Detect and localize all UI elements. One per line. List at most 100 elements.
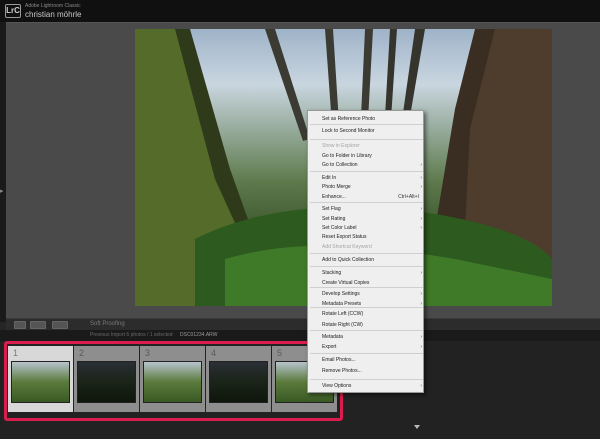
menu-item-label: Metadata Presets bbox=[322, 301, 362, 307]
menu-item[interactable]: Metadata › bbox=[308, 333, 425, 342]
compare-button[interactable] bbox=[30, 321, 46, 329]
menu-item-label: Rotate Right (CW) bbox=[322, 322, 363, 328]
chevron-right-icon[interactable]: ▸ bbox=[0, 187, 4, 195]
soft-proofing-toggle[interactable]: Soft Proofing bbox=[90, 321, 125, 327]
menu-item[interactable]: Export › bbox=[308, 343, 425, 352]
cell-number: 4 bbox=[211, 348, 217, 358]
menu-item[interactable]: Set as Reference Photo bbox=[308, 115, 425, 124]
menu-item-label: Go to Folder in Library bbox=[322, 153, 372, 159]
filmstrip-source[interactable]: Previous Import 6 photos / 1 selected bbox=[90, 332, 173, 338]
loupe-toolbar: Soft Proofing bbox=[6, 318, 600, 330]
menu-item-label: Email Photos... bbox=[322, 357, 356, 363]
submenu-arrow-icon: › bbox=[420, 206, 422, 212]
filmstrip: 1 2 3 4 5 bbox=[0, 341, 600, 439]
menu-item-label: Set Color Label bbox=[322, 225, 357, 231]
menu-item-label: Metadata bbox=[322, 334, 343, 340]
menu-item-label: Create Virtual Copies bbox=[322, 280, 370, 286]
menu-item[interactable]: Metadata Presets › bbox=[308, 300, 425, 309]
filmstrip-header: Previous Import 6 photos / 1 selected DS… bbox=[0, 330, 600, 341]
menu-separator bbox=[310, 253, 423, 254]
menu-item[interactable]: Remove Photos... bbox=[308, 367, 425, 376]
thumbnail[interactable] bbox=[11, 361, 70, 403]
menu-separator bbox=[310, 353, 423, 354]
submenu-arrow-icon: › bbox=[420, 162, 422, 168]
menu-item-label: Photo Merge bbox=[322, 184, 351, 190]
menu-item[interactable]: Lock to Second Monitor bbox=[308, 127, 425, 136]
cell-number: 2 bbox=[79, 348, 85, 358]
menu-item[interactable]: Add to Quick Collection bbox=[308, 256, 425, 265]
menu-separator bbox=[310, 266, 423, 267]
menu-item[interactable]: Rotate Left (CCW) bbox=[308, 310, 425, 319]
menu-item[interactable]: Photo Merge › bbox=[308, 183, 425, 192]
menu-item: Add Shortcut Keyword bbox=[308, 243, 425, 252]
submenu-arrow-icon: › bbox=[420, 270, 422, 276]
context-menu: Set as Reference Photo Lock to Second Mon… bbox=[307, 110, 424, 393]
menu-separator bbox=[310, 379, 423, 380]
submenu-arrow-icon: › bbox=[420, 301, 422, 307]
filmstrip-cell[interactable]: 3 bbox=[140, 346, 205, 412]
menu-item-label: Export bbox=[322, 344, 337, 350]
submenu-arrow-icon: › bbox=[420, 225, 422, 231]
cell-number: 1 bbox=[13, 348, 19, 358]
menu-item[interactable]: Go to Folder in Library bbox=[308, 152, 425, 161]
app-name: Adobe Lightroom Classic bbox=[25, 3, 81, 9]
menu-separator bbox=[310, 202, 423, 203]
menu-item-label: Rotate Left (CCW) bbox=[322, 311, 364, 317]
cell-number: 3 bbox=[145, 348, 151, 358]
menu-separator bbox=[310, 330, 423, 331]
filmstrip-cell[interactable]: 4 bbox=[206, 346, 271, 412]
menu-item-label: Set Flag bbox=[322, 206, 341, 212]
menu-separator bbox=[310, 139, 423, 140]
lightroom-window: LrC Adobe Lightroom Classic christian mö… bbox=[0, 0, 600, 439]
menu-separator bbox=[310, 124, 423, 125]
menu-item-label: Add to Quick Collection bbox=[322, 257, 374, 263]
menu-separator bbox=[310, 171, 423, 172]
chevron-down-icon[interactable] bbox=[414, 425, 420, 429]
menu-item[interactable]: Enhance... Ctrl+Alt+I bbox=[308, 193, 425, 202]
menu-item-label: Go to Collection bbox=[322, 162, 358, 168]
menu-shortcut: Ctrl+Alt+I bbox=[398, 194, 419, 200]
menu-item-label: Enhance... bbox=[322, 194, 346, 200]
menu-item: Show in Explorer bbox=[308, 142, 425, 151]
menu-item[interactable]: Create Virtual Copies bbox=[308, 279, 425, 288]
menu-item[interactable]: Stacking › bbox=[308, 269, 425, 278]
menu-item[interactable]: Rotate Right (CW) bbox=[308, 321, 425, 330]
submenu-arrow-icon: › bbox=[420, 175, 422, 181]
menu-item-label: Add Shortcut Keyword bbox=[322, 244, 372, 250]
submenu-arrow-icon: › bbox=[420, 216, 422, 222]
menu-item-label: Edit In bbox=[322, 175, 337, 181]
survey-button[interactable] bbox=[52, 321, 68, 329]
menu-item[interactable]: Set Color Label › bbox=[308, 224, 425, 233]
menu-item[interactable]: Develop Settings › bbox=[308, 290, 425, 299]
submenu-arrow-icon: › bbox=[420, 334, 422, 340]
menu-item[interactable]: Reset Export Status bbox=[308, 233, 425, 242]
filmstrip-filename[interactable]: DSC01234.ARW bbox=[180, 332, 217, 338]
menu-item[interactable]: Set Rating › bbox=[308, 215, 425, 224]
menu-item[interactable]: Go to Collection › bbox=[308, 161, 425, 170]
menu-item[interactable]: Set Flag › bbox=[308, 205, 425, 214]
submenu-arrow-icon: › bbox=[420, 383, 422, 389]
submenu-arrow-icon: › bbox=[420, 291, 422, 297]
menu-item-label: Stacking bbox=[322, 270, 342, 276]
view-mode-button[interactable] bbox=[14, 321, 26, 329]
thumbnail[interactable] bbox=[77, 361, 136, 403]
menu-item[interactable]: Email Photos... bbox=[308, 356, 425, 365]
menu-item-label: Remove Photos... bbox=[322, 368, 362, 374]
menu-item[interactable]: Edit In › bbox=[308, 174, 425, 183]
menu-item-label: Show in Explorer bbox=[322, 143, 360, 149]
thumbnail[interactable] bbox=[143, 361, 202, 403]
thumbnail[interactable] bbox=[209, 361, 268, 403]
cell-number: 5 bbox=[277, 348, 283, 358]
submenu-arrow-icon: › bbox=[420, 184, 422, 190]
submenu-arrow-icon: › bbox=[420, 344, 422, 350]
menu-item-label: Set as Reference Photo bbox=[322, 116, 376, 122]
lrc-logo-icon: LrC bbox=[5, 4, 21, 18]
menu-item-label: Lock to Second Monitor bbox=[322, 128, 375, 134]
filmstrip-cell[interactable]: 1 bbox=[8, 346, 73, 412]
menu-item[interactable]: View Options › bbox=[308, 382, 425, 391]
filmstrip-cell[interactable]: 2 bbox=[74, 346, 139, 412]
user-name: christian möhrle bbox=[25, 10, 82, 19]
identity-plate: LrC Adobe Lightroom Classic christian mö… bbox=[0, 0, 600, 22]
menu-item-label: View Options bbox=[322, 383, 352, 389]
menu-item-label: Develop Settings bbox=[322, 291, 360, 297]
